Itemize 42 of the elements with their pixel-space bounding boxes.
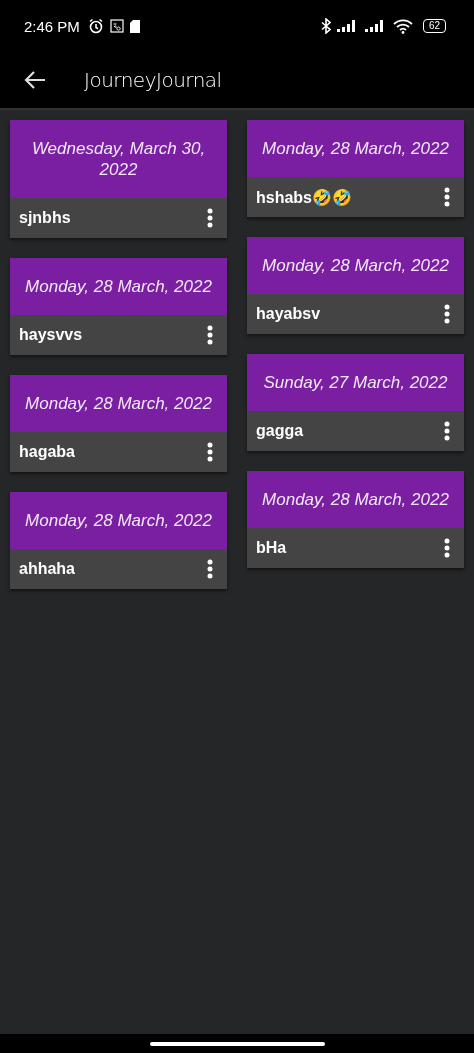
bluetooth-icon <box>320 18 331 34</box>
date-header: Monday, 28 March, 2022 <box>10 375 227 432</box>
entry-title: hagaba <box>19 443 75 461</box>
entry-title: bHa <box>256 539 287 557</box>
entry-title: hshabs🤣🤣 <box>256 187 352 207</box>
date-header: Monday, 28 March, 2022 <box>10 492 227 549</box>
date-header: Monday, 28 March, 2022 <box>247 120 464 177</box>
date-header: Sunday, 27 March, 2022 <box>247 354 464 411</box>
journal-card[interactable]: Monday, 28 March, 2022 ahhaha <box>10 492 227 589</box>
more-options-icon <box>444 304 450 324</box>
more-options-icon <box>444 187 450 207</box>
date-header: Wednesday, March 30, 2022 <box>10 120 227 198</box>
journal-card[interactable]: Monday, 28 March, 2022 hagaba <box>10 375 227 472</box>
more-options-icon <box>207 325 213 345</box>
back-arrow-icon <box>24 70 46 90</box>
more-options-icon <box>444 421 450 441</box>
sd-card-icon <box>129 19 140 33</box>
journal-card[interactable]: Monday, 28 March, 2022 bHa <box>247 471 464 568</box>
wifi-icon <box>392 18 413 34</box>
journal-card[interactable]: Wednesday, March 30, 2022 sjnbhs <box>10 120 227 238</box>
notification-icon <box>109 19 124 33</box>
journal-card[interactable]: Monday, 28 March, 2022 hayabsv <box>247 237 464 334</box>
entry-title: ahhaha <box>19 560 75 578</box>
entry-title: hayabsv <box>256 305 321 323</box>
entry-title: haysvvs <box>19 326 83 344</box>
journal-card[interactable]: Monday, 28 March, 2022 haysvvs <box>10 258 227 355</box>
app-title: JourneyJournal <box>84 68 222 92</box>
entry-title: gagga <box>256 422 304 440</box>
date-header: Monday, 28 March, 2022 <box>247 237 464 294</box>
battery-indicator: 62 <box>422 19 446 33</box>
more-options-icon <box>207 208 213 228</box>
entry-title: sjnbhs <box>19 209 71 227</box>
more-options-icon <box>207 442 213 462</box>
date-header: Monday, 28 March, 2022 <box>247 471 464 528</box>
more-options-icon <box>444 538 450 558</box>
alarm-clock-icon <box>87 18 104 34</box>
date-header: Monday, 28 March, 2022 <box>10 258 227 315</box>
more-options-icon <box>207 559 213 579</box>
status-time: 2:46 PM <box>24 17 80 35</box>
journal-card[interactable]: Sunday, 27 March, 2022 gagga <box>247 354 464 451</box>
home-indicator[interactable] <box>149 1041 325 1046</box>
journal-card[interactable]: Monday, 28 March, 2022 hshabs🤣🤣 <box>247 120 464 217</box>
